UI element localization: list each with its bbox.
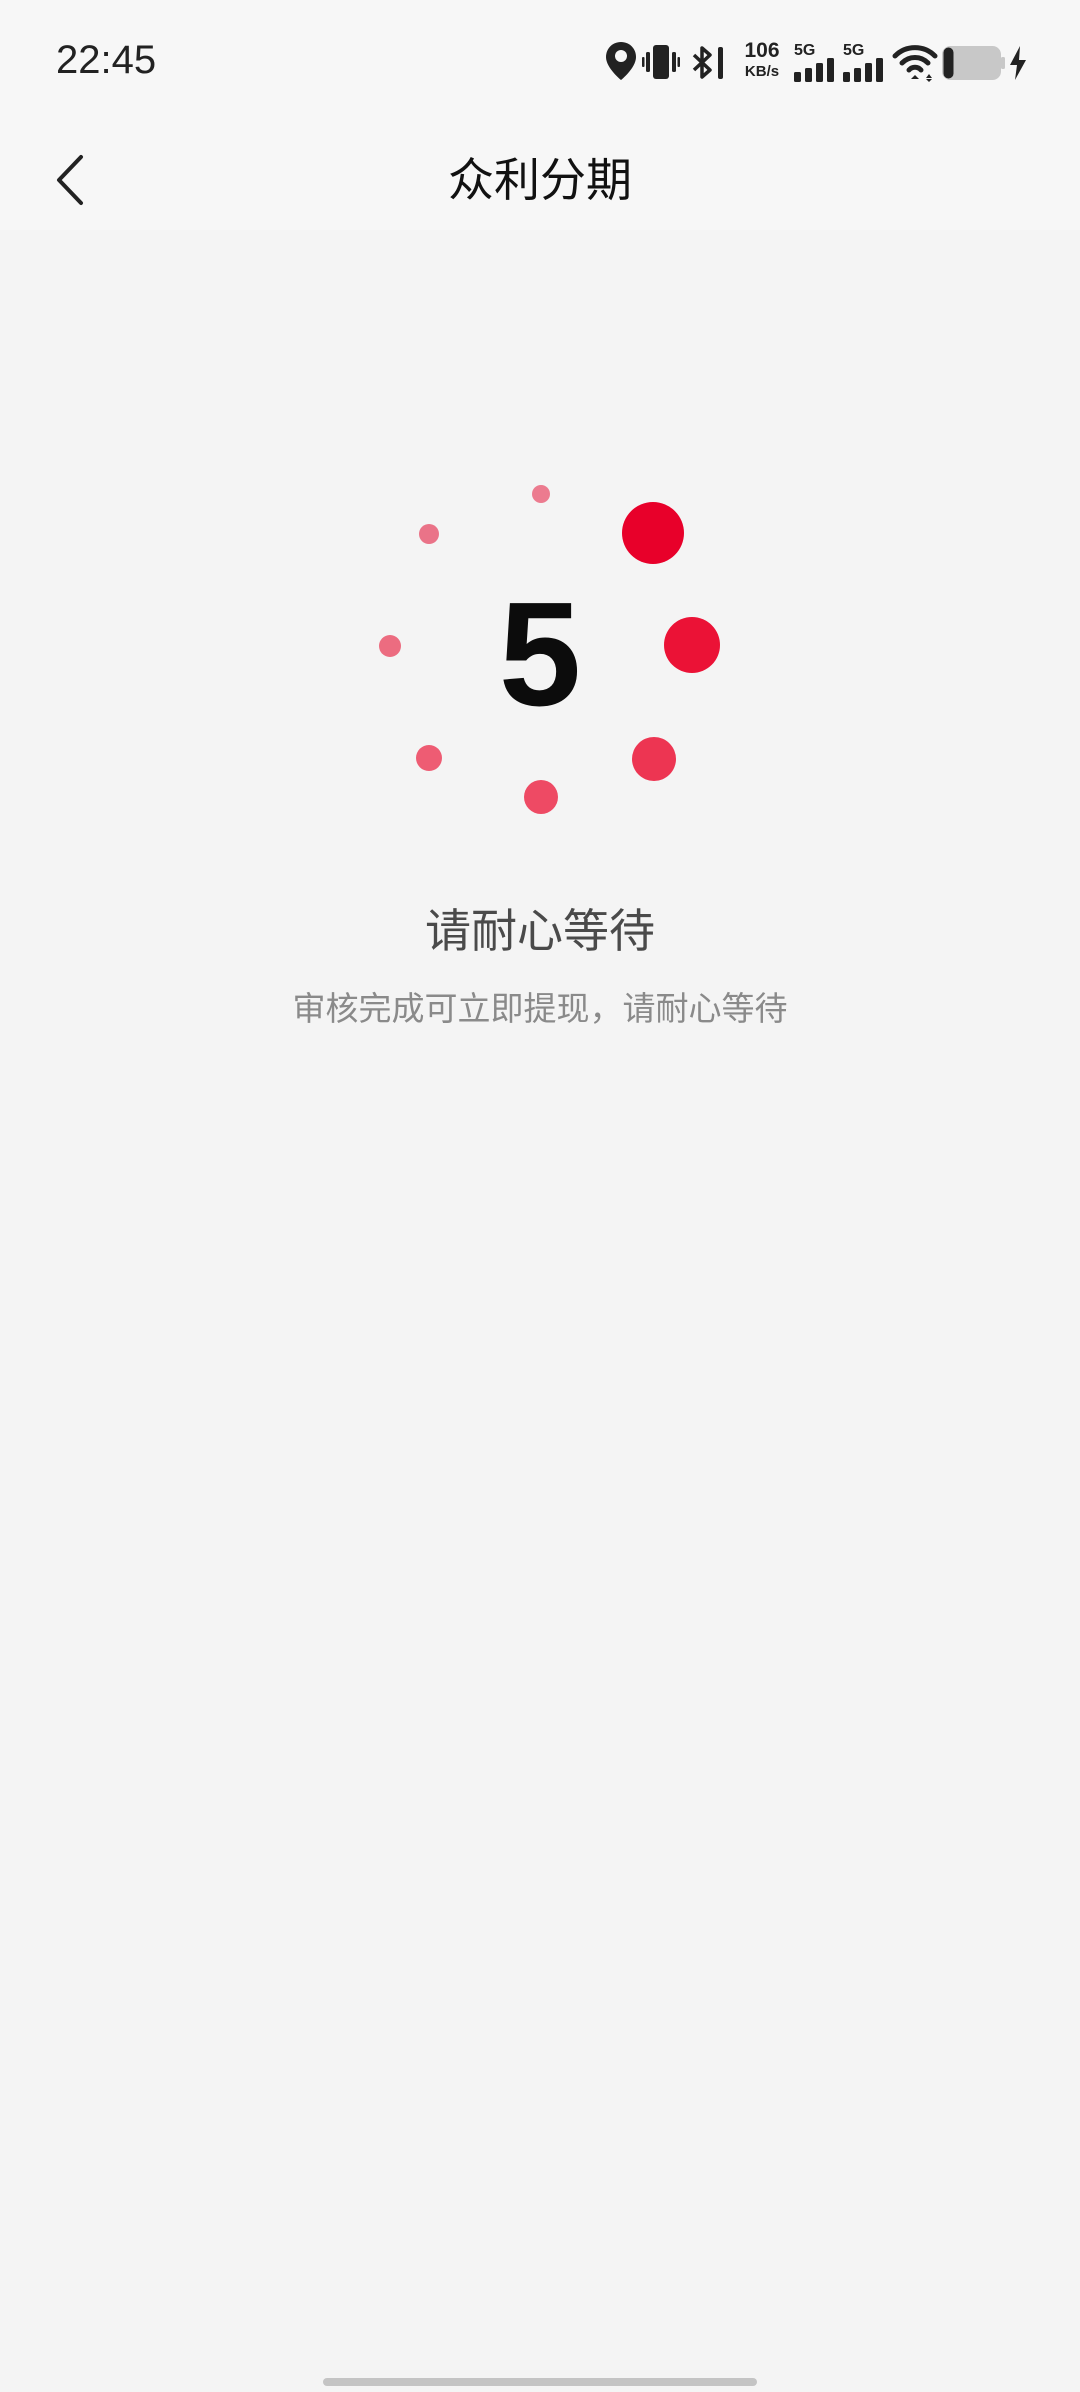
countdown-number: 5 — [498, 572, 582, 737]
home-indicator[interactable] — [323, 2378, 757, 2386]
wait-title: 请耐心等待 — [425, 904, 655, 958]
spinner-dot — [532, 485, 550, 503]
wait-subtitle: 审核完成可立即提现，请耐心等待 — [292, 989, 788, 1028]
spinner-dot — [622, 502, 684, 564]
spinner-dot — [664, 617, 720, 673]
spinner-dot — [379, 635, 401, 657]
spinner-dot — [632, 737, 676, 781]
screen: 22:45 106 KB/s 5G 5G 众利分期 5 请耐心等待 审核完成可立… — [0, 0, 1080, 2392]
spinner-dot — [419, 524, 439, 544]
loading-spinner: 5 — [0, 0, 1080, 900]
spinner-dot — [416, 745, 442, 771]
spinner-dot — [524, 780, 558, 814]
